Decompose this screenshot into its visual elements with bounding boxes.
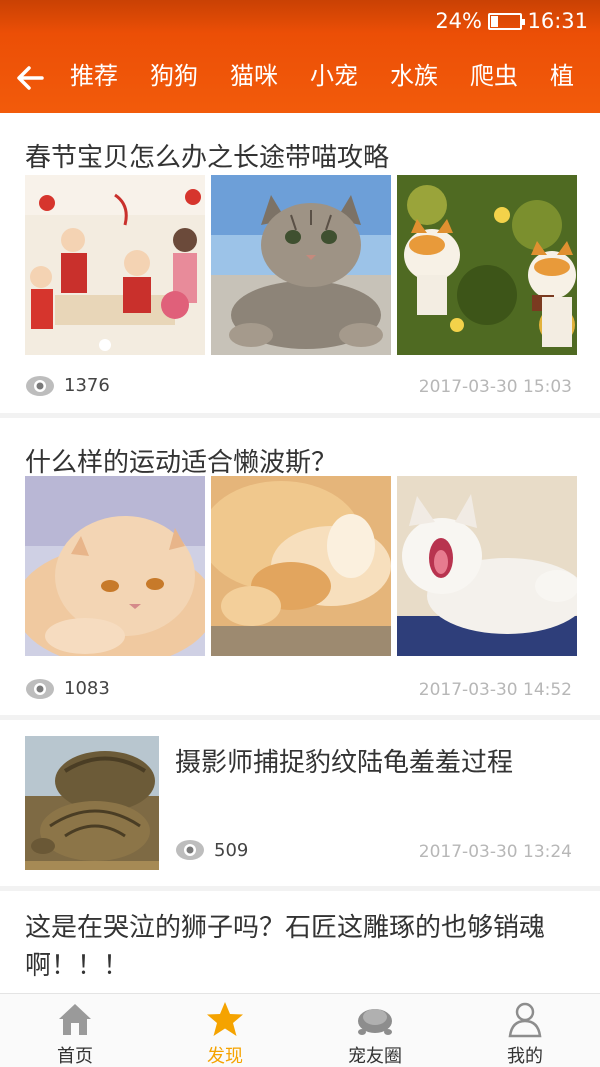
view-count: 509 <box>214 840 249 861</box>
article-title: 春节宝贝怎么办之长途带喵攻略 <box>25 143 390 173</box>
publish-date: 2017-03-30 15:03 <box>418 377 572 397</box>
bottom-navigation: 首页 发现 宠友圈 我的 <box>0 993 600 1067</box>
tab-reptiles[interactable]: 爬虫 <box>470 54 518 98</box>
article-card[interactable]: 什么样的运动适合懒波斯？ 1083 2017-03-30 14:52 <box>0 418 600 715</box>
new-year-cartoon-image <box>25 175 205 355</box>
persian-cat-paws-image <box>211 476 391 656</box>
article-title: 这是在哭泣的狮子吗？石匠这雕琢的也够销魂啊！！！ <box>25 913 546 981</box>
app-screen: 24% 16:31 推荐 狗狗 猫咪 小宠 水族 爬虫植 春节宝贝怎么办之长途带喵攻略 <box>0 0 600 1067</box>
header: 24% 16:31 推荐 狗狗 猫咪 小宠 水族 爬虫植 <box>0 0 600 113</box>
clock: 16:31 <box>527 9 588 33</box>
nav-label: 发现 <box>207 1046 243 1067</box>
article-card[interactable]: 这是在哭泣的狮子吗？石匠这雕琢的也够销魂啊！！！ <box>0 891 600 993</box>
article-title: 什么样的运动适合懒波斯？ <box>25 448 338 478</box>
article-title: 摄影师捕捉豹纹陆龟羞羞过程 <box>175 748 514 778</box>
article-images <box>25 476 577 656</box>
nav-label: 首页 <box>57 1046 93 1067</box>
tab-plants[interactable]: 植 <box>550 54 574 98</box>
publish-date: 2017-03-30 13:24 <box>418 842 572 862</box>
nav-me[interactable]: 我的 <box>450 994 600 1067</box>
tab-dogs[interactable]: 狗狗 <box>150 54 198 98</box>
eye-icon <box>176 840 204 860</box>
tabby-cat-image <box>211 175 391 355</box>
star-icon <box>207 1002 243 1036</box>
two-orange-cats-image <box>397 175 577 355</box>
tab-recommend[interactable]: 推荐 <box>70 54 118 98</box>
view-count: 1376 <box>64 375 110 396</box>
article-card[interactable]: 摄影师捕捉豹纹陆龟羞羞过程 509 2017-03-30 13:24 <box>0 720 600 886</box>
eye-icon <box>26 679 54 699</box>
nav-label: 我的 <box>507 1046 543 1067</box>
nav-home[interactable]: 首页 <box>0 994 150 1067</box>
leopard-tortoises-image <box>25 736 159 870</box>
person-icon <box>508 1002 542 1038</box>
eye-icon <box>26 376 54 396</box>
persian-cat-face-image <box>25 476 205 656</box>
nav-label: 宠友圈 <box>348 1046 402 1067</box>
nav-discover[interactable]: 发现 <box>150 994 300 1067</box>
article-feed[interactable]: 春节宝贝怎么办之长途带喵攻略 1376 2017-03-30 15:03 什么样… <box>0 113 600 993</box>
nav-pet-friends[interactable]: 宠友圈 <box>300 994 450 1067</box>
category-tabs: 推荐 狗狗 猫咪 小宠 水族 爬虫植 <box>70 54 600 98</box>
tab-cats[interactable]: 猫咪 <box>230 54 278 98</box>
turtle-icon <box>358 1009 392 1035</box>
article-images <box>25 175 577 355</box>
article-card[interactable]: 春节宝贝怎么办之长途带喵攻略 1376 2017-03-30 15:03 <box>0 113 600 413</box>
battery-percentage: 24% <box>435 9 482 33</box>
battery-icon <box>488 13 525 30</box>
white-persian-yawning-image <box>397 476 577 656</box>
publish-date: 2017-03-30 14:52 <box>418 680 572 700</box>
category-tabbar: 推荐 狗狗 猫咪 小宠 水族 爬虫植 <box>0 50 600 102</box>
tab-aquatic[interactable]: 水族 <box>390 54 438 98</box>
tab-small-pets[interactable]: 小宠 <box>310 54 358 98</box>
status-bar: 24% 16:31 <box>0 0 600 44</box>
view-count: 1083 <box>64 678 110 699</box>
back-button[interactable] <box>12 60 48 96</box>
arrow-left-icon <box>17 66 44 90</box>
home-icon <box>59 1004 91 1035</box>
